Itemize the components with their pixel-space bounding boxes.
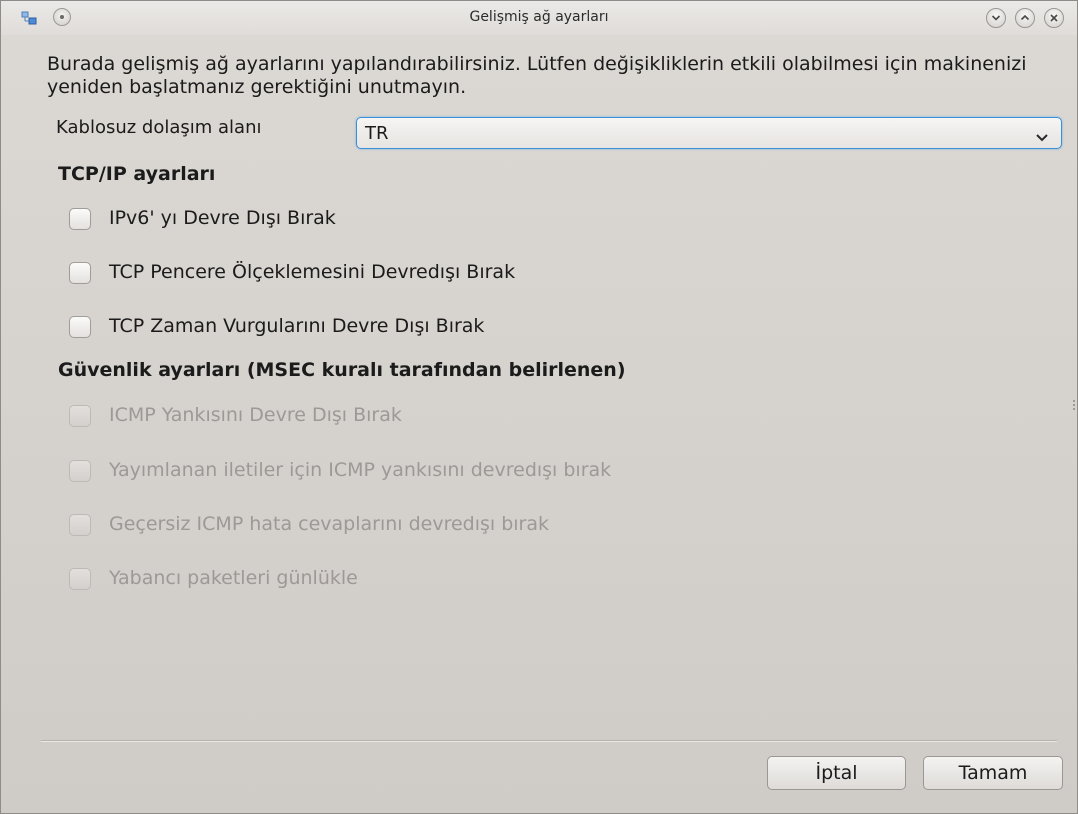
disable-tcp-timestamps-label[interactable]: TCP Zaman Vurgularını Devre Dışı Bırak — [109, 315, 484, 337]
window-title: Gelişmiş ağ ayarları — [469, 9, 609, 25]
minimize-icon[interactable] — [986, 8, 1006, 28]
disable-tcp-window-scaling-checkbox[interactable] — [69, 262, 91, 284]
intro-text: Burada gelişmiş ağ ayarlarını yapılandır… — [47, 53, 1027, 98]
disable-icmp-echo-label: ICMP Yankısını Devre Dışı Bırak — [109, 404, 402, 426]
log-martians-checkbox — [69, 568, 91, 590]
disable-bogus-icmp-errors-checkbox — [69, 514, 91, 536]
disable-tcp-timestamps-checkbox[interactable] — [69, 316, 91, 338]
close-icon[interactable] — [1044, 8, 1064, 28]
disable-ipv6-checkbox[interactable] — [69, 208, 91, 230]
security-section-title: Güvenlik ayarları (MSEC kuralı tarafında… — [58, 359, 626, 381]
disable-ipv6-label[interactable]: IPv6' yı Devre Dışı Bırak — [109, 207, 336, 229]
title-bar[interactable]: Gelişmiş ağ ayarları — [1, 1, 1077, 35]
maximize-icon[interactable] — [1015, 8, 1035, 28]
tcp-section-title: TCP/IP ayarları — [58, 163, 216, 185]
wireless-region-value: TR — [365, 123, 389, 144]
chevron-down-icon — [1035, 128, 1049, 147]
wireless-region-select[interactable]: TR — [356, 117, 1062, 149]
dialog-window: Gelişmiş ağ ayarları Burada gelişmiş ağ … — [0, 0, 1078, 814]
disable-bogus-icmp-errors-label: Geçersiz ICMP hata cevaplarını devredışı… — [109, 513, 550, 535]
resize-grip[interactable] — [1073, 400, 1075, 412]
disable-icmp-echo-checkbox — [69, 405, 91, 427]
ok-button[interactable]: Tamam — [923, 756, 1063, 790]
disable-tcp-window-scaling-label[interactable]: TCP Pencere Ölçeklemesini Devredışı Bıra… — [109, 261, 515, 283]
cancel-button[interactable]: İptal — [767, 756, 906, 790]
disable-icmp-broadcast-echo-checkbox — [69, 460, 91, 482]
wireless-region-label: Kablosuz dolaşım alanı — [56, 117, 262, 138]
log-martians-label: Yabancı paketleri günlükle — [109, 567, 358, 589]
button-divider — [41, 740, 1057, 742]
disable-icmp-broadcast-echo-label: Yayımlanan iletiler için ICMP yankısını … — [109, 459, 612, 481]
